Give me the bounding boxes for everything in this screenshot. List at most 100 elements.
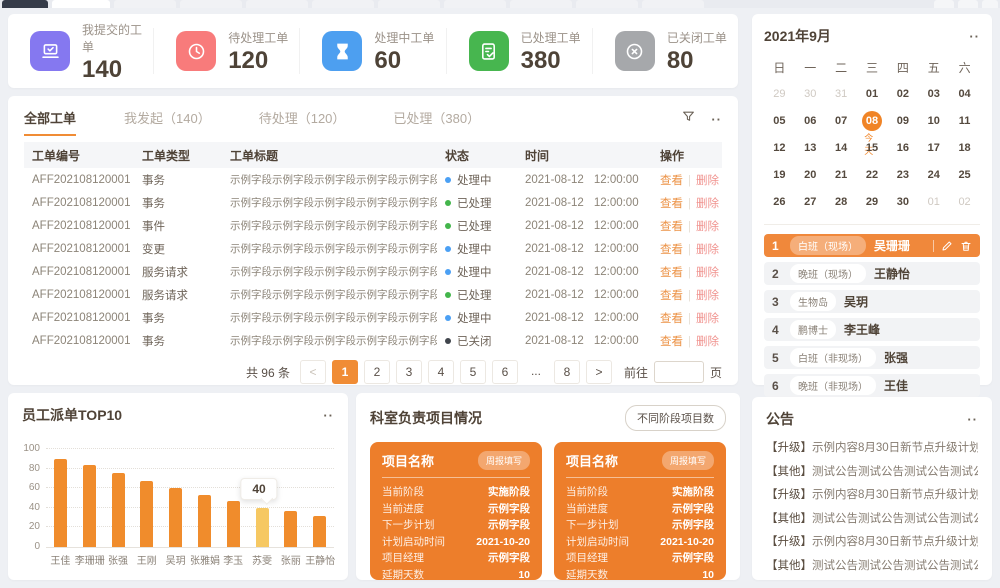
edit-icon[interactable] <box>941 240 953 252</box>
pagination-page-5[interactable]: 5 <box>460 360 486 384</box>
delete-link[interactable]: 删除 <box>696 244 719 256</box>
announcement-item[interactable]: 【升级】示例内容8月30日新节点升级计划通知 <box>766 437 978 461</box>
calendar-day[interactable]: 20 <box>795 163 826 187</box>
calendar-day[interactable]: 29 <box>764 82 795 106</box>
browser-tab[interactable] <box>52 0 110 8</box>
view-link[interactable]: 查看 <box>660 175 683 187</box>
calendar-day[interactable]: 18 <box>949 136 980 160</box>
calendar-day[interactable]: 28 <box>826 190 857 214</box>
shift-item[interactable]: 5白班（非现场）张强 <box>764 346 980 369</box>
pagination-page-4[interactable]: 4 <box>428 360 454 384</box>
calendar-day[interactable]: 09 <box>887 109 918 133</box>
browser-tab[interactable] <box>246 0 308 8</box>
calendar-day[interactable]: 25 <box>949 163 980 187</box>
calendar-day[interactable]: 07 <box>826 109 857 133</box>
browser-tab[interactable] <box>180 0 242 8</box>
calendar-day[interactable]: 01 <box>918 190 949 214</box>
pagination-page-2[interactable]: 2 <box>364 360 390 384</box>
browser-tab[interactable] <box>934 0 954 8</box>
announcement-item[interactable]: 【其他】测试公告测试公告测试公告测试公告测试公告 <box>766 461 978 485</box>
chart-bar[interactable] <box>140 481 153 547</box>
weekly-report-badge[interactable]: 周报填写 <box>478 451 530 470</box>
calendar-day[interactable]: 16 <box>887 136 918 160</box>
delete-link[interactable]: 删除 <box>696 175 719 187</box>
chart-bar[interactable] <box>83 465 96 547</box>
browser-tab[interactable] <box>312 0 374 8</box>
calendar-day[interactable]: 29 <box>857 190 888 214</box>
view-link[interactable]: 查看 <box>660 290 683 302</box>
view-link[interactable]: 查看 <box>660 198 683 210</box>
pagination-next-button[interactable]: > <box>586 360 612 384</box>
top-tab-strip[interactable] <box>0 0 1000 8</box>
calendar-day[interactable]: 30 <box>795 82 826 106</box>
browser-tab[interactable] <box>444 0 506 8</box>
tab-workorders-0[interactable]: 全部工单 <box>24 108 76 136</box>
shift-item[interactable]: 1白班（现场）吴珊珊 <box>764 234 980 257</box>
delete-link[interactable]: 删除 <box>696 290 719 302</box>
tab-workorders-2[interactable]: 待处理（120） <box>259 108 346 136</box>
calendar-day[interactable]: 11 <box>949 109 980 133</box>
calendar-day[interactable]: 21 <box>826 163 857 187</box>
calendar-day-today[interactable]: 08今天 <box>857 109 888 133</box>
trash-icon[interactable] <box>960 240 972 252</box>
calendar-day[interactable]: 04 <box>949 82 980 106</box>
tab-workorders-3[interactable]: 已处理（380） <box>393 108 480 136</box>
chart-bar[interactable] <box>313 516 326 547</box>
chart-bar[interactable] <box>112 473 125 547</box>
browser-tab[interactable] <box>982 0 998 8</box>
calendar-day[interactable]: 02 <box>949 190 980 214</box>
calendar-day[interactable]: 01 <box>857 82 888 106</box>
browser-tab[interactable] <box>958 0 978 8</box>
stage-project-count-button[interactable]: 不同阶段项目数 <box>625 405 726 431</box>
shift-item[interactable]: 2晚班（现场）王静怡 <box>764 262 980 285</box>
calendar-day[interactable]: 23 <box>887 163 918 187</box>
calendar-day[interactable]: 12 <box>764 136 795 160</box>
browser-tab[interactable] <box>642 0 704 8</box>
delete-link[interactable]: 删除 <box>696 336 719 348</box>
view-link[interactable]: 查看 <box>660 267 683 279</box>
calendar-day[interactable]: 06 <box>795 109 826 133</box>
calendar-day[interactable]: 14 <box>826 136 857 160</box>
delete-link[interactable]: 删除 <box>696 198 719 210</box>
pagination-goto-input[interactable] <box>654 361 704 383</box>
filter-funnel-icon[interactable] <box>682 110 695 128</box>
chart-bar[interactable] <box>198 495 211 547</box>
calendar-day[interactable]: 19 <box>764 163 795 187</box>
chart-bar[interactable] <box>227 501 240 547</box>
more-icon[interactable]: ·· <box>969 30 980 43</box>
calendar-day[interactable]: 22 <box>857 163 888 187</box>
calendar-day[interactable]: 27 <box>795 190 826 214</box>
shift-item[interactable]: 6晚班（非现场）王佳 <box>764 374 980 397</box>
view-link[interactable]: 查看 <box>660 336 683 348</box>
calendar-day[interactable]: 31 <box>826 82 857 106</box>
announcement-item[interactable]: 【升级】示例内容8月30日新节点升级计划通知 <box>766 531 978 555</box>
calendar-day[interactable]: 24 <box>918 163 949 187</box>
browser-tab[interactable] <box>114 0 176 8</box>
weekly-report-badge[interactable]: 周报填写 <box>662 451 714 470</box>
shift-item[interactable]: 3生物岛吴玥 <box>764 290 980 313</box>
pagination-page-6[interactable]: 6 <box>492 360 518 384</box>
view-link[interactable]: 查看 <box>660 221 683 233</box>
calendar-day[interactable]: 13 <box>795 136 826 160</box>
pagination-page-1[interactable]: 1 <box>332 360 358 384</box>
pagination-page-8[interactable]: 8 <box>554 360 580 384</box>
pagination-prev-button[interactable]: < <box>300 360 326 384</box>
tab-workorders-1[interactable]: 我发起（140） <box>124 108 211 136</box>
browser-tab[interactable] <box>378 0 440 8</box>
browser-tab-active[interactable] <box>2 0 48 8</box>
browser-tab[interactable] <box>576 0 638 8</box>
calendar-day[interactable]: 30 <box>887 190 918 214</box>
browser-tab[interactable] <box>510 0 572 8</box>
chart-bar[interactable] <box>54 459 67 547</box>
shift-item[interactable]: 4鹏博士李王峰 <box>764 318 980 341</box>
chart-bar[interactable] <box>256 508 269 547</box>
calendar-day[interactable]: 17 <box>918 136 949 160</box>
view-link[interactable]: 查看 <box>660 244 683 256</box>
chart-bar[interactable] <box>284 511 297 547</box>
announcement-item[interactable]: 【其他】测试公告测试公告测试公告测试公告测试公告 <box>766 555 978 579</box>
calendar-day[interactable]: 02 <box>887 82 918 106</box>
delete-link[interactable]: 删除 <box>696 221 719 233</box>
delete-link[interactable]: 删除 <box>696 267 719 279</box>
calendar-day[interactable]: 03 <box>918 82 949 106</box>
delete-link[interactable]: 删除 <box>696 313 719 325</box>
